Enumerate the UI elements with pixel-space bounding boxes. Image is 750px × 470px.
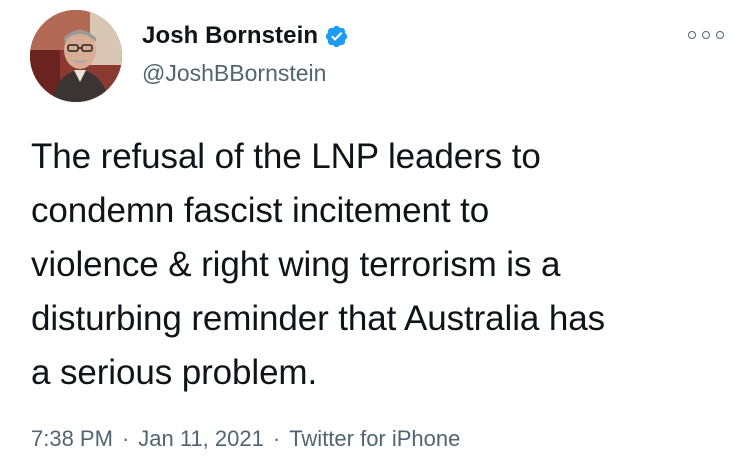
verified-badge-icon [324, 24, 349, 49]
author-display-name[interactable]: Josh Bornstein [142, 21, 318, 51]
more-dot-icon [716, 31, 724, 39]
tweet-metadata: 7:38 PM · Jan 11, 2021 · Twitter for iPh… [31, 424, 460, 454]
tweet-time[interactable]: 7:38 PM [31, 424, 113, 454]
tweet-date[interactable]: Jan 11, 2021 [138, 424, 264, 454]
author-handle[interactable]: @JoshBBornstein [142, 58, 326, 88]
avatar[interactable] [30, 10, 122, 102]
author-name-row: Josh Bornstein [142, 20, 349, 52]
tweet-text: The refusal of the LNP leaders to condem… [31, 137, 606, 392]
more-dot-icon [688, 31, 696, 39]
more-options-icon[interactable] [688, 28, 724, 42]
meta-separator: · [272, 426, 281, 451]
tweet-card: Josh Bornstein @JoshBBornstein The refus… [0, 0, 750, 470]
profile-photo-icon [30, 10, 122, 102]
meta-separator: · [121, 426, 130, 451]
more-dot-icon [702, 31, 710, 39]
tweet-source[interactable]: Twitter for iPhone [289, 424, 460, 454]
